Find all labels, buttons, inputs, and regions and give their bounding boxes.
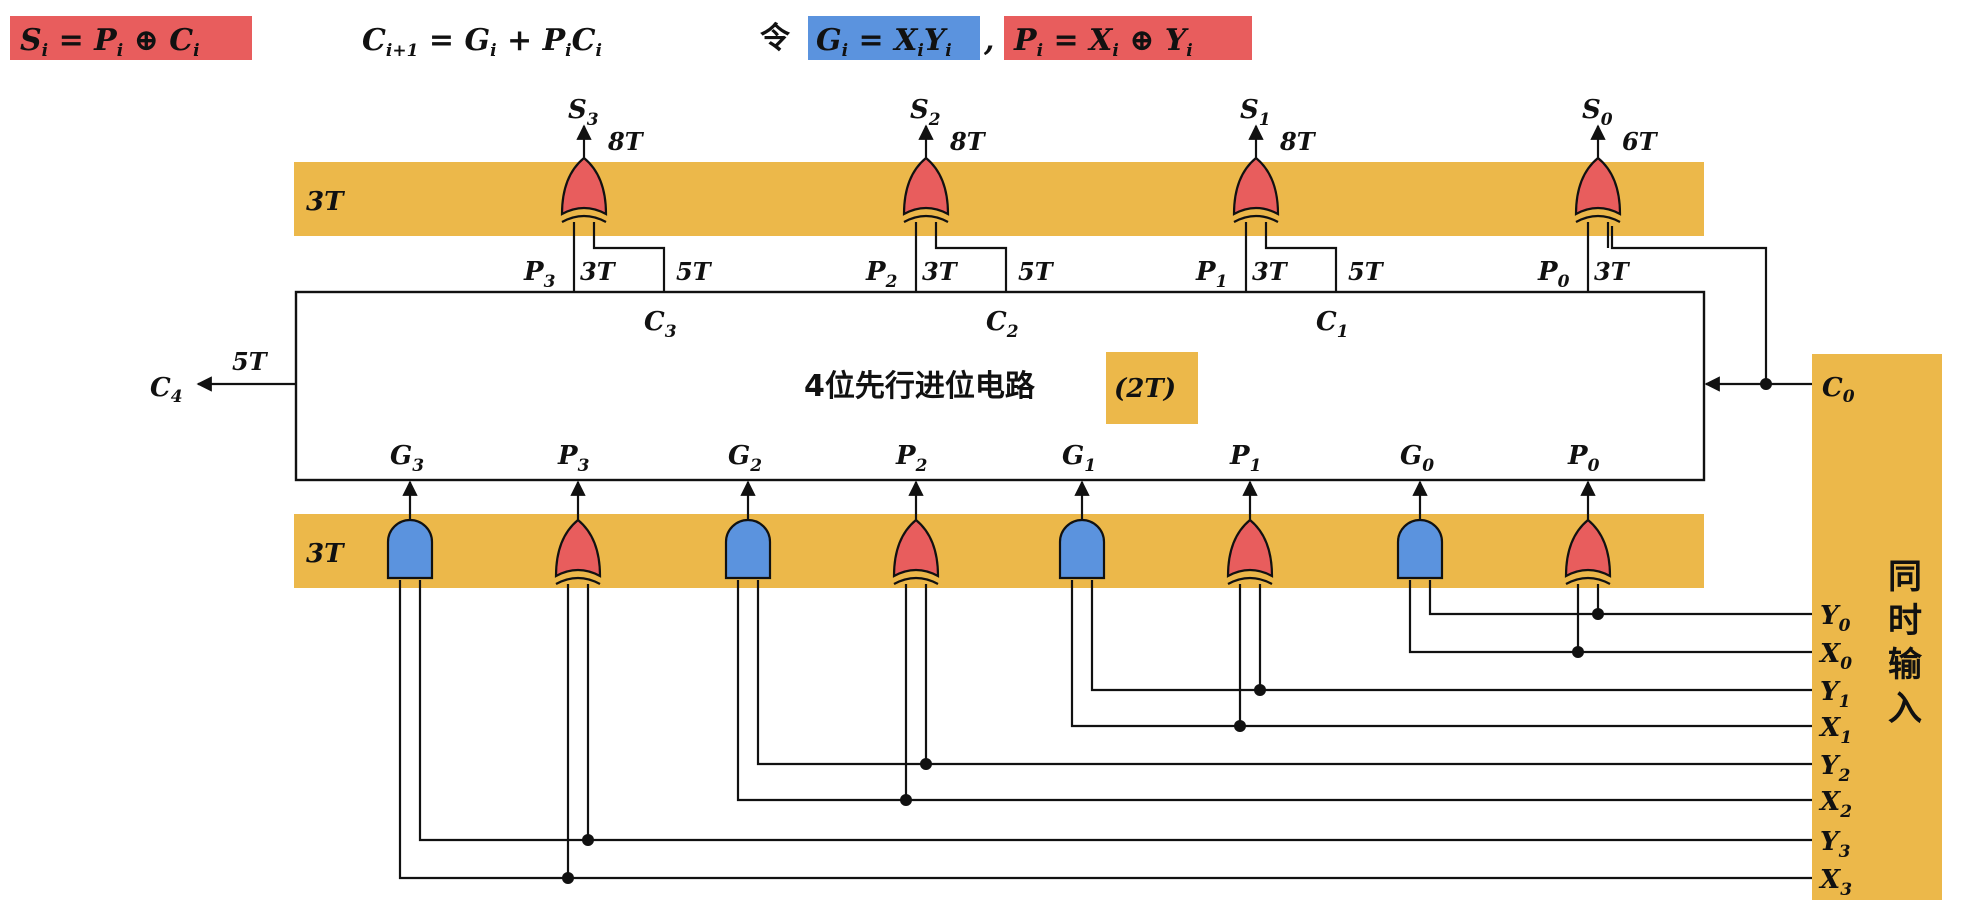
p-in-delay-1: 3T xyxy=(1252,257,1289,286)
c4-label: C4 xyxy=(150,373,183,407)
p-in-delay-2: 3T xyxy=(922,257,959,286)
p-in-delay-0: 3T xyxy=(1594,257,1631,286)
formula-bar: Si = Pi ⊕ Ci Ci+1 = Gi + PiCi 令 Gi = XiY… xyxy=(10,16,1252,61)
sum-delay-2: 8T xyxy=(949,127,987,156)
c4-delay: 5T xyxy=(232,347,269,376)
p-in-delay-3: 3T xyxy=(580,257,617,286)
side-char-3: 输 xyxy=(1888,645,1923,685)
x0-bus-wire xyxy=(1408,580,1812,654)
xy-input-bus: Y0X0Y1X1Y2X2Y3X3 xyxy=(398,580,1852,900)
let-label: 令 xyxy=(760,21,791,56)
c-in-delay-1: 5T xyxy=(1348,257,1385,286)
sum-delay-0: 6T xyxy=(1622,127,1659,156)
comma: , xyxy=(983,23,994,58)
x0-junction-dot xyxy=(1572,646,1584,658)
and-gate-g1 xyxy=(1058,518,1106,580)
sum-delay-3: 8T xyxy=(607,127,645,156)
y2-bus-wire xyxy=(756,580,1812,766)
sum-delay-1: 8T xyxy=(1279,127,1317,156)
top-delay-band xyxy=(294,162,1704,236)
sum-output-label-2: S2 xyxy=(910,95,941,130)
side-char-2: 时 xyxy=(1888,601,1922,641)
y3-junction-dot xyxy=(582,834,594,846)
and-gate-g3 xyxy=(386,518,434,580)
cla-title: 4位先行进位电路 xyxy=(804,369,1036,404)
side-char-1: 同 xyxy=(1888,557,1922,597)
x3-bus-wire xyxy=(398,580,1812,880)
cla-delay: (2T) xyxy=(1114,374,1176,404)
p-in-label-2: P2 xyxy=(865,257,898,292)
sum-output-label-0: S0 xyxy=(1582,95,1613,130)
and-gate-g2 xyxy=(724,518,772,580)
x2-junction-dot xyxy=(900,794,912,806)
y0-junction-dot xyxy=(1592,608,1604,620)
adder-diagram: Si = Pi ⊕ Ci Ci+1 = Gi + PiCi 令 Gi = XiY… xyxy=(10,16,1942,900)
y2-junction-dot xyxy=(920,758,932,770)
sum-output-label-3: S3 xyxy=(568,95,599,130)
x1-junction-dot xyxy=(1234,720,1246,732)
p-in-label-3: P3 xyxy=(523,257,556,292)
g-definition: Gi = XiYi xyxy=(816,23,952,61)
top-delay-label: 3T xyxy=(306,187,345,217)
carry-formula: Ci+1 = Gi + PiCi xyxy=(362,23,602,61)
c0-junction-dot xyxy=(1760,378,1772,390)
c-in-delay-3: 5T xyxy=(676,257,713,286)
bottom-delay-label: 3T xyxy=(306,539,345,569)
y1-junction-dot xyxy=(1254,684,1266,696)
x3-junction-dot xyxy=(562,872,574,884)
y1-bus-wire xyxy=(1090,580,1812,692)
p-in-label-0: P0 xyxy=(1537,257,1570,292)
bottom-delay-band xyxy=(294,514,1704,588)
p-in-label-1: P1 xyxy=(1195,257,1227,292)
and-gate-g0 xyxy=(1396,518,1444,580)
sum-output-label-1: S1 xyxy=(1240,95,1271,130)
side-char-4: 入 xyxy=(1888,689,1922,729)
c-in-delay-2: 5T xyxy=(1018,257,1055,286)
